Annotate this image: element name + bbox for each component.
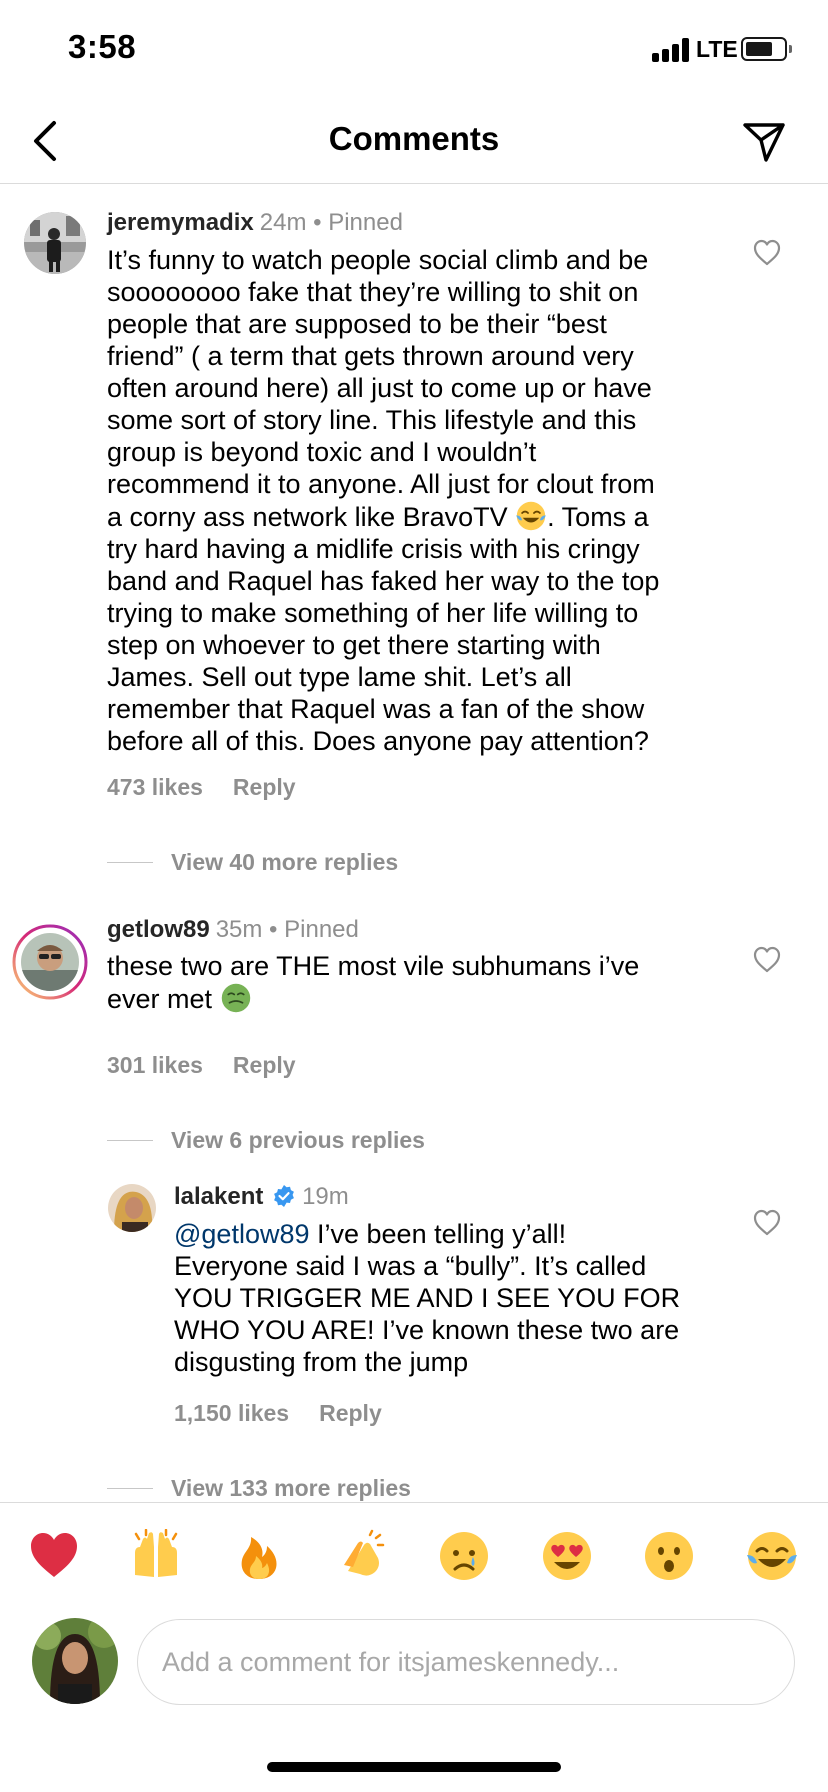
heart-eyes-face-icon [543, 1532, 591, 1580]
view-more-replies[interactable]: View 40 more replies [107, 847, 398, 877]
heart-icon[interactable] [752, 945, 782, 975]
comment-meta: 24m • Pinned [259, 209, 403, 236]
likes-count[interactable]: 473 likes [107, 774, 203, 800]
tears-of-joy-emoji [515, 500, 547, 532]
tears-of-joy-emoji-button[interactable] [745, 1529, 799, 1583]
surprised-face-icon [645, 1532, 693, 1580]
heart-icon[interactable] [752, 1208, 782, 1238]
clapping-hands-icon [344, 1529, 385, 1576]
battery-tip [789, 45, 792, 53]
emoji-bar [0, 1502, 828, 1612]
comment-actions: 301 likes Reply [107, 1052, 296, 1079]
comment-header: lalakent 19m [174, 1182, 349, 1212]
home-indicator [267, 1762, 561, 1772]
comment-username[interactable]: jeremymadix [107, 209, 254, 236]
status-bar: 3:58 LTE [0, 0, 828, 100]
divider-line [107, 861, 153, 863]
verified-badge-icon [274, 1185, 294, 1207]
comment-meta: 19m [302, 1183, 349, 1210]
fire-icon [241, 1537, 277, 1579]
reply-button[interactable]: Reply [233, 1052, 296, 1078]
comment-text: It’s funny to watch people social climb … [107, 245, 660, 756]
header: Comments [0, 100, 828, 184]
comment-input-row [0, 1612, 828, 1712]
red-heart-icon [31, 1533, 77, 1577]
signal-icon [652, 38, 690, 62]
network-label: LTE [696, 36, 738, 62]
comment-actions: 1,150 likes Reply [174, 1400, 382, 1427]
battery-icon [741, 37, 787, 61]
raising-hands-icon [134, 1528, 178, 1577]
comment-text: these two are THE most vile subhumans i’… [107, 951, 640, 1014]
heart-eyes-emoji-button[interactable] [540, 1529, 594, 1583]
comment-username[interactable]: getlow89 [107, 916, 210, 943]
reply-button[interactable]: Reply [233, 774, 296, 800]
comment-text: @getlow89 I’ve been telling y’all! Every… [174, 1219, 681, 1377]
heart-icon[interactable] [752, 238, 782, 268]
view-more-replies[interactable]: View 133 more replies [107, 1473, 411, 1503]
likes-count[interactable]: 301 likes [107, 1052, 203, 1078]
fire-emoji-button[interactable] [232, 1529, 286, 1583]
comment-actions: 473 likes Reply [107, 774, 296, 801]
mention-link[interactable]: @getlow89 [174, 1219, 310, 1249]
red-heart-emoji-button[interactable] [27, 1529, 81, 1583]
nauseated-face-emoji [220, 982, 252, 1014]
divider-line [107, 1139, 153, 1141]
clapping-hands-emoji-button[interactable] [334, 1529, 388, 1583]
current-user-avatar [32, 1618, 118, 1704]
crying-face-icon [440, 1532, 488, 1580]
comment-input[interactable] [137, 1619, 795, 1705]
reply-button[interactable]: Reply [319, 1400, 382, 1426]
avatar[interactable] [24, 212, 86, 274]
divider-line [107, 1487, 153, 1489]
status-time: 3:58 [68, 28, 137, 65]
page-title: Comments [328, 120, 500, 157]
comment-header: jeremymadix 24m • Pinned [107, 208, 403, 238]
comment-username[interactable]: lalakent [174, 1183, 263, 1210]
avatar-with-story-ring[interactable] [12, 924, 88, 1000]
view-previous-replies[interactable]: View 6 previous replies [107, 1125, 425, 1155]
surprised-face-emoji-button[interactable] [642, 1529, 696, 1583]
likes-count[interactable]: 1,150 likes [174, 1400, 289, 1426]
tears-of-joy-icon [747, 1532, 797, 1580]
comment-header: getlow89 35m • Pinned [107, 915, 359, 945]
avatar[interactable] [108, 1184, 156, 1232]
paper-plane-icon [743, 123, 785, 162]
crying-face-emoji-button[interactable] [437, 1529, 491, 1583]
raising-hands-emoji-button[interactable] [129, 1528, 183, 1583]
share-button[interactable] [736, 114, 792, 170]
comment-meta: 35m • Pinned [215, 916, 359, 943]
